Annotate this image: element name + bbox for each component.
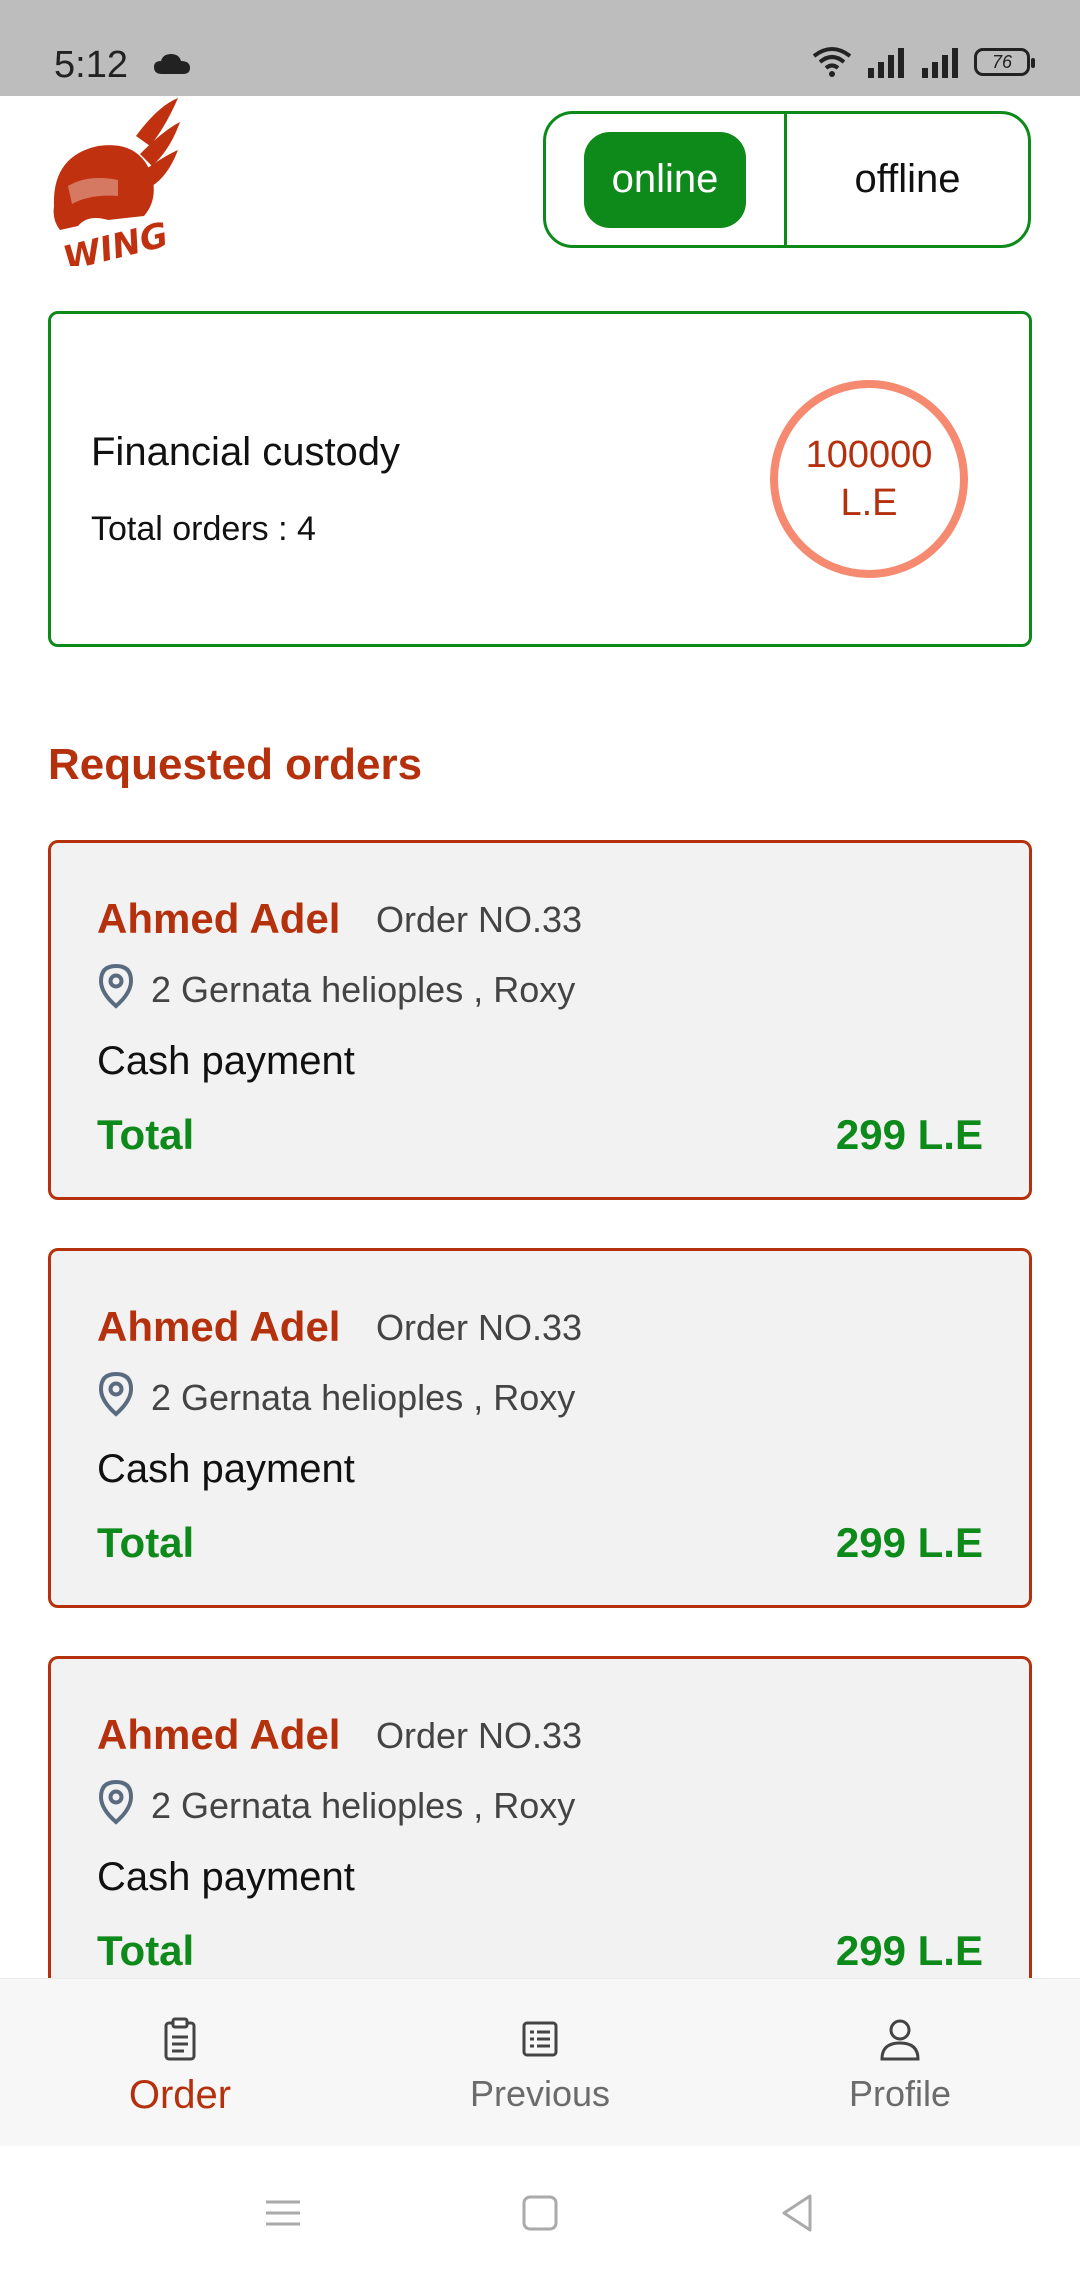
order-number: Order NO.33 [376,1307,583,1348]
location-pin-icon [98,963,134,1009]
total-value: 299 L.E [835,1519,983,1566]
wing-logo: WING [53,98,180,266]
battery-icon: 76 [974,48,1035,76]
status-bar: 5:12 76 [0,0,1080,96]
nav-item-order[interactable]: Order [0,1979,360,2146]
payment-method: Cash payment [97,1447,355,1491]
clipboard-icon [164,2017,196,2061]
offline-button[interactable]: offline [854,157,960,202]
nav-label-profile: Profile [848,2073,952,2114]
nav-label-previous: Previous [469,2073,611,2114]
home-icon[interactable] [515,2188,565,2238]
order-card[interactable]: Ahmed Adel Order NO.33 2 Gernata heliopl… [48,1248,1032,1608]
payment-method: Cash payment [97,1039,355,1083]
total-label: Total [97,1927,195,1974]
signal-icon [868,48,904,78]
location-pin-icon [98,1371,134,1417]
total-value: 299 L.E [835,1111,983,1158]
total-label: Total [97,1111,195,1158]
order-address: 2 Gernata helioples , Roxy [151,1785,576,1826]
order-address: 2 Gernata helioples , Roxy [151,1377,576,1418]
status-time: 5:12 [54,44,128,86]
person-icon [880,2019,920,2061]
signal-icon [922,48,958,78]
location-pin-icon [98,1779,134,1825]
system-navigation-bar [0,2146,1080,2280]
nav-label-order: Order [128,2073,232,2117]
customer-name: Ahmed Adel [97,895,341,942]
bottom-navigation: Order Previous Profile [0,1978,1080,2146]
availability-toggle: online offline [543,111,1031,248]
toggle-online-slot[interactable]: online [546,114,787,245]
customer-name: Ahmed Adel [97,1303,341,1350]
order-number: Order NO.33 [376,1715,583,1756]
nav-item-profile[interactable]: Profile [720,1979,1080,2146]
financial-custody-title: Financial custody [91,430,401,474]
online-button[interactable]: online [584,131,746,228]
order-card[interactable]: Ahmed Adel Order NO.33 2 Gernata heliopl… [48,840,1032,1200]
list-icon [522,2021,558,2057]
custody-amount-circle: 100000 L.E [770,380,968,578]
cloud-icon [154,54,190,74]
custody-amount-value: 100000 [805,434,933,476]
order-card[interactable]: Ahmed Adel Order NO.33 2 Gernata heliopl… [48,1656,1032,2016]
payment-method: Cash payment [97,1855,355,1899]
order-address: 2 Gernata helioples , Roxy [151,969,576,1010]
total-orders-count: Total orders : 4 [91,510,316,548]
requested-orders-title: Requested orders [48,740,423,789]
custody-amount-currency: L.E [840,482,898,524]
status-icons: 76 [812,46,1035,78]
nav-item-previous[interactable]: Previous [360,1979,720,2146]
financial-custody-card: Financial custody Total orders : 4 10000… [48,311,1032,647]
back-icon[interactable] [772,2188,822,2238]
wifi-icon [812,47,852,77]
total-label: Total [97,1519,195,1566]
order-number: Order NO.33 [376,899,583,940]
menu-icon[interactable] [258,2188,308,2238]
total-value: 299 L.E [835,1927,983,1974]
toggle-offline-slot[interactable]: offline [787,114,1028,245]
customer-name: Ahmed Adel [97,1711,341,1758]
